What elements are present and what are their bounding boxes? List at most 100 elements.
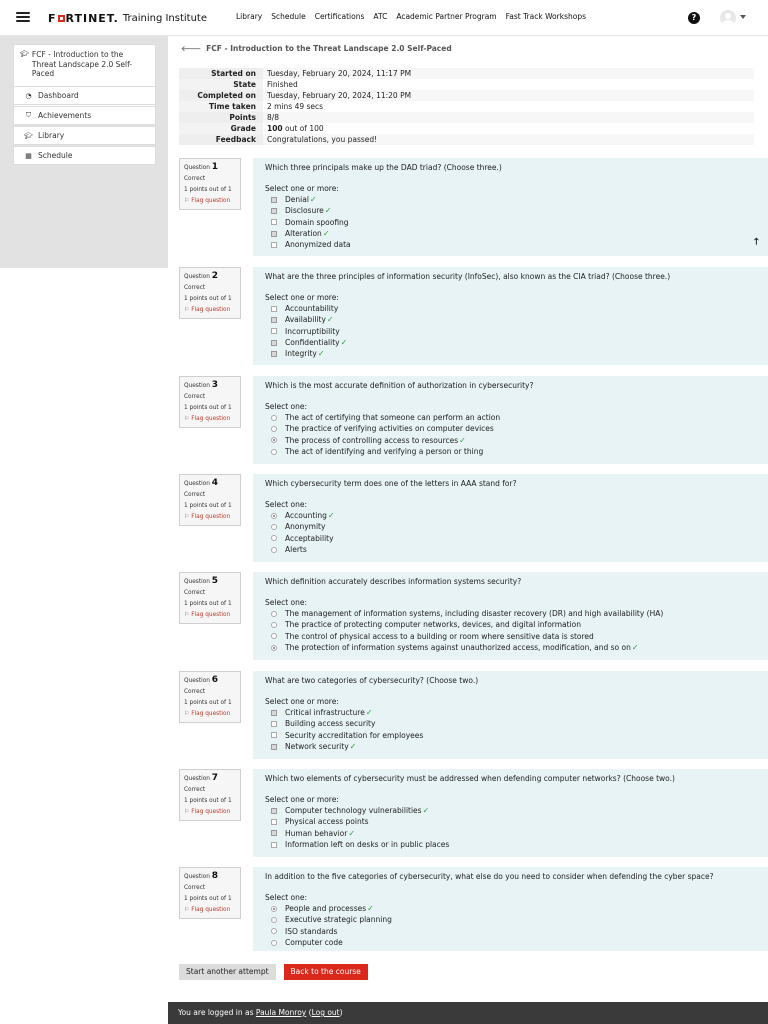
answer-radio[interactable] (271, 523, 277, 530)
question-status: Correct (184, 285, 206, 291)
question-body: Which definition accurately describes in… (253, 572, 768, 660)
answer-radio[interactable] (271, 621, 277, 628)
summary-row: Grade 100 out of 100 (179, 123, 754, 134)
fortinet-logo[interactable]: F RTINET. Training Institute (48, 11, 207, 25)
answer-label: Disclosure (285, 206, 324, 216)
answer-checkbox[interactable] (271, 841, 277, 848)
start-another-attempt-button[interactable]: Start another attempt (179, 964, 276, 980)
sidebar-item-schedule[interactable]: ▦ Schedule (13, 146, 156, 165)
answer-label: Alteration (285, 229, 322, 239)
question-status: Correct (184, 492, 206, 498)
answer-option: The act of identifying and verifying a p… (265, 446, 756, 457)
answer-label: People and processes (285, 904, 367, 914)
answer-option: Acceptability (265, 533, 756, 544)
answer-option: Executive strategic planning (265, 914, 756, 925)
answer-label: Security accreditation for employees (285, 730, 424, 740)
question-number: Question 7 (184, 773, 219, 783)
question-info-box: Question 1 Correct 1 points out of 1 ⚐ Flag … (179, 158, 241, 210)
answer-radio[interactable] (271, 928, 277, 935)
nav-link-fast-track-workshops[interactable]: Fast Track Workshops (506, 12, 586, 21)
answer-checkbox[interactable] (271, 207, 277, 214)
answer-radio[interactable] (271, 425, 277, 432)
answer-checkbox[interactable] (271, 241, 277, 248)
checkmark-icon: ✓ (326, 315, 334, 325)
flag-question-link[interactable]: ⚐ Flag question (184, 196, 236, 207)
answer-checkbox[interactable] (271, 230, 277, 237)
sidebar-item-dashboard[interactable]: ◔ Dashboard (13, 86, 156, 105)
breadcrumb[interactable]: 🡐︎ FCF - Introduction to the Threat Lands… (181, 44, 452, 53)
answer-checkbox[interactable] (271, 350, 277, 357)
answer-radio[interactable] (271, 610, 277, 617)
summary-key: Points (179, 112, 263, 123)
sidebar-item-achievements[interactable]: ⛉ Achievements (13, 106, 156, 125)
nav-link-certifications[interactable]: Certifications (315, 12, 365, 21)
answer-checkbox[interactable] (271, 720, 277, 727)
answer-radio[interactable] (271, 448, 277, 455)
nav-link-schedule[interactable]: Schedule (271, 12, 305, 21)
answer-option: Critical infrastructure ✓ (265, 707, 756, 718)
flag-icon: ⚐ (184, 198, 190, 204)
checkmark-icon: ✓ (324, 206, 332, 216)
answer-radio[interactable] (271, 437, 277, 444)
answer-option: Network security ✓ (265, 741, 756, 752)
answer-checkbox[interactable] (271, 807, 277, 814)
nav-link-academic-partner-program[interactable]: Academic Partner Program (396, 12, 496, 21)
answer-radio[interactable] (271, 916, 277, 923)
question-number: Question 3 (184, 380, 219, 390)
logout-link[interactable]: Log out (312, 1008, 340, 1017)
answer-radio[interactable] (271, 535, 277, 542)
flag-icon: ⚐ (184, 514, 190, 520)
answer-radio[interactable] (271, 939, 277, 946)
answer-radio[interactable] (271, 905, 277, 912)
answer-checkbox[interactable] (271, 328, 277, 335)
answer-checkbox[interactable] (271, 830, 277, 837)
question-status: Correct (184, 885, 206, 891)
answer-radio[interactable] (271, 644, 277, 651)
summary-row: Started on Tuesday, February 20, 2024, 11… (179, 68, 754, 79)
answer-radio[interactable] (271, 546, 277, 553)
user-profile-link[interactable]: Paula Monroy (256, 1008, 306, 1017)
answer-option: Disclosure ✓ (265, 205, 756, 216)
nav-link-library[interactable]: Library (236, 12, 262, 21)
flag-question-link[interactable]: ⚐ Flag question (184, 610, 236, 621)
nav-link-atc[interactable]: ATC (373, 12, 387, 21)
answer-option: Alerts (265, 544, 756, 555)
answer-radio[interactable] (271, 633, 277, 640)
answer-label: Building access security (285, 719, 376, 729)
answer-checkbox[interactable] (271, 339, 277, 346)
answer-checkbox[interactable] (271, 743, 277, 750)
checkmark-icon: ✓ (340, 338, 348, 348)
user-menu[interactable] (720, 10, 746, 26)
answer-checkbox[interactable] (271, 219, 277, 226)
answer-checkbox[interactable] (271, 305, 277, 312)
answer-label: Critical infrastructure (285, 708, 365, 718)
flag-question-link[interactable]: ⚐ Flag question (184, 414, 236, 425)
flag-question-link[interactable]: ⚐ Flag question (184, 305, 236, 316)
question-points: 1 points out of 1 (184, 896, 232, 902)
flag-question-link[interactable]: ⚐ Flag question (184, 709, 236, 720)
answer-label: Computer code (285, 938, 343, 948)
answer-label: The act of certifying that someone can p… (285, 413, 501, 423)
flag-question-link[interactable]: ⚐ Flag question (184, 905, 236, 916)
arrow-up-icon[interactable]: 🡑︎ (754, 234, 759, 250)
menu-icon[interactable] (16, 12, 30, 22)
left-drawer: 🎓︎ FCF - Introduction to the Threat Land… (0, 36, 168, 268)
answer-checkbox[interactable] (271, 196, 277, 203)
sidebar-item-label: Schedule (38, 151, 73, 160)
answer-checkbox[interactable] (271, 709, 277, 716)
help-icon[interactable]: ? (688, 12, 700, 24)
answer-radio[interactable] (271, 512, 277, 519)
answer-radio[interactable] (271, 414, 277, 421)
flag-question-link[interactable]: ⚐ Flag question (184, 807, 236, 818)
answer-checkbox[interactable] (271, 818, 277, 825)
answer-checkbox[interactable] (271, 316, 277, 323)
answer-label: Denial (285, 195, 309, 205)
question-info-box: Question 6 Correct 1 points out of 1 ⚐ Flag … (179, 671, 241, 723)
top-navbar: F RTINET. Training Institute Library Sched… (0, 0, 768, 36)
answer-checkbox[interactable] (271, 732, 277, 739)
question-number: Question 8 (184, 871, 219, 881)
question-text: Which definition accurately describes in… (265, 577, 522, 586)
flag-question-link[interactable]: ⚐ Flag question (184, 512, 236, 523)
back-to-course-button[interactable]: Back to the course (283, 964, 368, 980)
sidebar-item-library[interactable]: 🎓︎ Library (13, 126, 156, 145)
